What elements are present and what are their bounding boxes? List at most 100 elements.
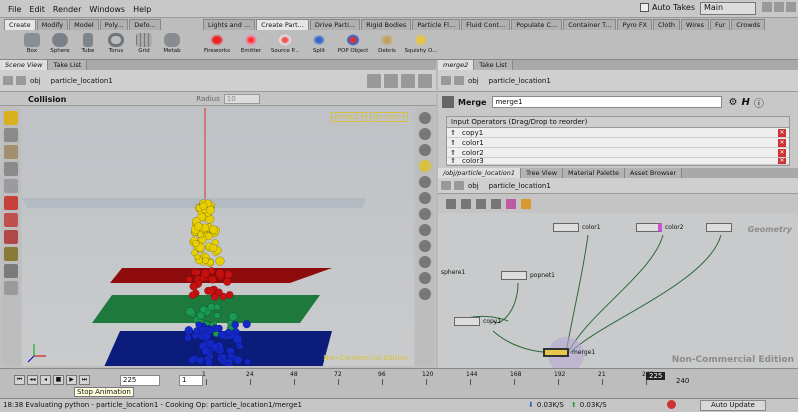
remove-icon[interactable]: ✕: [778, 138, 786, 147]
list-item[interactable]: ⇑ color1 ✕: [447, 138, 789, 148]
sphere-tool[interactable]: Sphere: [46, 31, 74, 59]
shelf-tab-cloth[interactable]: Cloth: [653, 19, 681, 30]
wire-icon[interactable]: [419, 256, 431, 268]
info-icon[interactable]: ⓘ: [754, 95, 764, 110]
path-node[interactable]: particle_location1: [489, 182, 551, 190]
tab-scene-view[interactable]: Scene View: [0, 60, 49, 70]
list-item[interactable]: ⇑ color2 ✕: [447, 148, 789, 158]
tab-tree-view[interactable]: Tree View: [520, 168, 564, 178]
back-icon[interactable]: [441, 76, 451, 85]
step-back-icon[interactable]: ◂: [40, 375, 51, 385]
path-node[interactable]: particle_location1: [51, 77, 113, 85]
menu-windows[interactable]: Windows: [89, 5, 125, 14]
shelf-tab-fluid-containers[interactable]: Fluid Cont...: [461, 19, 511, 30]
forward-icon[interactable]: [454, 181, 464, 190]
timeline-ruler[interactable]: 12448729612014416819221240: [202, 371, 653, 385]
bone-icon[interactable]: [419, 208, 431, 220]
remove-icon[interactable]: ✕: [778, 128, 786, 137]
maximize-icon[interactable]: [774, 2, 784, 12]
network-editor[interactable]: color1 color2 color3 popnet1 sphere1 cop…: [438, 213, 798, 368]
pose-icon[interactable]: [4, 162, 18, 176]
layout-icon[interactable]: [461, 198, 471, 209]
brush-icon[interactable]: [4, 264, 18, 278]
path-root[interactable]: obj: [468, 77, 479, 85]
end-frame-field[interactable]: 240: [676, 377, 689, 385]
drag-arrow-icon[interactable]: ⇑: [447, 129, 459, 137]
shelf-tab-populate[interactable]: Populate C...: [511, 19, 563, 30]
box-tool[interactable]: Box: [18, 31, 46, 59]
play-icon[interactable]: ▶: [66, 375, 77, 385]
squishy-object-tool[interactable]: Squishy O...: [404, 31, 438, 59]
tab-take-list[interactable]: Take List: [48, 60, 88, 70]
handle-icon[interactable]: [4, 179, 18, 193]
back-icon[interactable]: [3, 76, 13, 85]
shelf-tab-container-tools[interactable]: Container T...: [563, 19, 617, 30]
node-color3[interactable]: color3: [706, 223, 732, 232]
menu-file[interactable]: File: [8, 5, 21, 14]
pop-object-tool[interactable]: POP Object: [336, 31, 370, 59]
home-icon[interactable]: [419, 272, 431, 284]
metaball-tool[interactable]: Metab: [158, 31, 186, 59]
shade-icon[interactable]: [419, 176, 431, 188]
source-particle-tool[interactable]: Source P...: [268, 31, 302, 59]
help-icon[interactable]: H: [741, 97, 749, 108]
palette-icon[interactable]: [506, 198, 516, 209]
view-icon[interactable]: [4, 145, 18, 159]
shelf-tab-rigid-bodies[interactable]: Rigid Bodies: [361, 19, 412, 30]
shelf-tab-pyro[interactable]: Pyro FX: [617, 19, 653, 30]
tab-asset-browser[interactable]: Asset Browser: [625, 168, 683, 178]
select-icon[interactable]: [4, 111, 18, 125]
shelf-tab-defo[interactable]: Defo...: [129, 19, 161, 30]
path-root[interactable]: obj: [30, 77, 41, 85]
desktop-select[interactable]: Main: [700, 2, 756, 15]
update-mode-select[interactable]: Auto Update: [700, 400, 766, 411]
layer-icon[interactable]: [4, 281, 18, 295]
shelf-tab-lights[interactable]: Lights and ...: [203, 19, 256, 30]
stop-icon[interactable]: ■: [53, 375, 64, 385]
shelf-tab-model[interactable]: Model: [69, 19, 99, 30]
rotate-icon[interactable]: [4, 213, 18, 227]
snap-icon[interactable]: [367, 73, 381, 88]
bulb-icon[interactable]: [419, 160, 431, 172]
remove-icon[interactable]: ✕: [778, 158, 786, 164]
path-node[interactable]: particle_location1: [489, 77, 551, 85]
shelf-tab-create-particles[interactable]: Create Part...: [256, 19, 309, 30]
record-icon[interactable]: [667, 400, 676, 409]
ghost-icon[interactable]: [419, 192, 431, 204]
grid-tool[interactable]: Grid: [130, 31, 158, 59]
forward-icon[interactable]: [454, 76, 464, 85]
minimize-icon[interactable]: [762, 2, 772, 12]
node-name-field[interactable]: merge1: [492, 96, 723, 108]
grid-toggle-icon[interactable]: [419, 240, 431, 252]
shelf-tab-crowds[interactable]: Crowds: [731, 19, 766, 30]
drag-arrow-icon[interactable]: ⇑: [447, 149, 459, 157]
emitter-tool[interactable]: Emitter: [234, 31, 268, 59]
debris-tool[interactable]: Debris: [370, 31, 404, 59]
tube-tool[interactable]: Tube: [74, 31, 102, 59]
magnet-icon[interactable]: [4, 247, 18, 261]
tree-icon[interactable]: [491, 198, 501, 209]
menu-render[interactable]: Render: [53, 5, 81, 14]
list-item[interactable]: ⇑ copy1 ✕: [447, 128, 789, 138]
fireworks-tool[interactable]: Fireworks: [200, 31, 234, 59]
drag-arrow-icon[interactable]: ⇑: [447, 139, 459, 147]
last-frame-icon[interactable]: ⏭: [79, 375, 90, 385]
auto-takes-checkbox[interactable]: [640, 3, 649, 12]
tab-material-palette[interactable]: Material Palette: [563, 168, 626, 178]
shelf-tab-drive-particles[interactable]: Drive Parti...: [309, 19, 361, 30]
node-color2[interactable]: color2: [636, 223, 684, 232]
node-merge1[interactable]: merge1: [543, 348, 595, 357]
remove-icon[interactable]: ✕: [778, 148, 786, 157]
3d-viewport[interactable]: persp1 ▾ no cam ▾ Non-Commercial Edition: [22, 108, 414, 366]
back-icon[interactable]: [441, 181, 451, 190]
shelf-tab-particle-fluids[interactable]: Particle Fl...: [412, 19, 461, 30]
node-sphere1[interactable]: sphere1: [438, 269, 465, 276]
shelf-tab-wires[interactable]: Wires: [681, 19, 710, 30]
shading-icon[interactable]: [401, 73, 415, 88]
current-frame-field[interactable]: 225: [120, 375, 160, 386]
gear-icon[interactable]: ⚙: [728, 97, 737, 108]
lock-icon[interactable]: [419, 144, 431, 156]
display-options-icon[interactable]: [419, 112, 431, 124]
shelf-tab-create[interactable]: Create: [4, 19, 36, 30]
shelf-tab-fur[interactable]: Fur: [710, 19, 731, 30]
